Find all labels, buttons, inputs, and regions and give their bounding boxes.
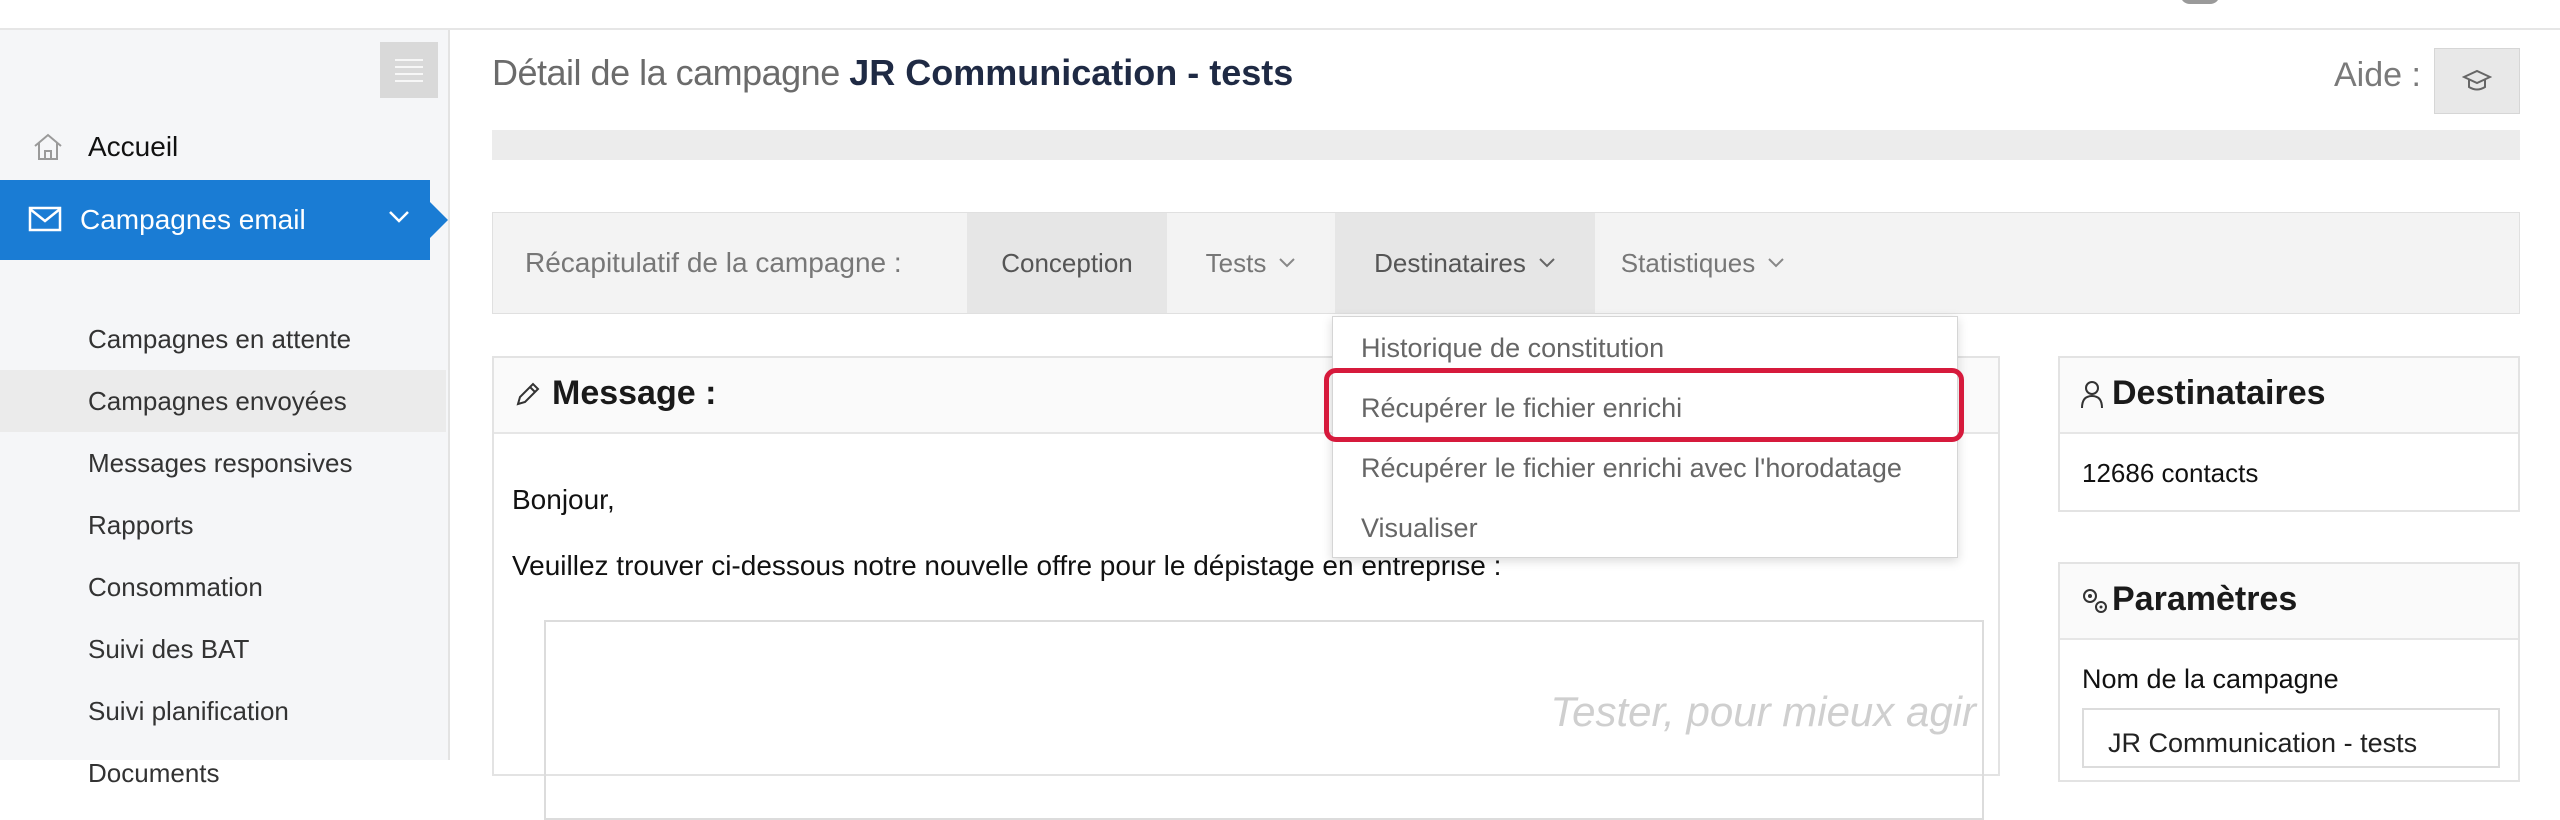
hamburger-icon bbox=[395, 54, 423, 87]
tab-conception[interactable]: Conception bbox=[967, 213, 1167, 313]
email-preview-frame[interactable]: Tester, pour mieux agir bbox=[544, 620, 1984, 820]
chevron-down-icon bbox=[1539, 258, 1555, 268]
sidebar-subitem-documents[interactable]: Documents bbox=[0, 742, 446, 804]
sidebar-subitem-responsive[interactable]: Messages responsives bbox=[0, 432, 446, 494]
pencil-icon bbox=[516, 382, 540, 406]
highlight-annotation bbox=[1324, 368, 1964, 442]
help-label: Aide : bbox=[2334, 56, 2421, 94]
help-button[interactable] bbox=[2434, 48, 2520, 114]
user-avatar[interactable] bbox=[2180, 0, 2220, 4]
menu-item-view[interactable]: Visualiser bbox=[1361, 513, 1478, 544]
gears-icon bbox=[2083, 589, 2107, 613]
tab-label: Statistiques bbox=[1620, 247, 1756, 278]
sidebar: Accueil Campagnes email Campagnes en att… bbox=[0, 30, 450, 788]
sidebar-item-home[interactable]: Accueil bbox=[0, 118, 448, 176]
recap-label: Récapitulatif de la campagne : bbox=[525, 247, 902, 278]
campaign-tabs: Récapitulatif de la campagne : Conceptio… bbox=[492, 212, 2520, 314]
menu-item-history[interactable]: Historique de constitution bbox=[1361, 333, 1664, 364]
menu-toggle-button[interactable] bbox=[380, 42, 438, 98]
tab-label: Tests bbox=[1205, 247, 1267, 278]
message-greeting: Bonjour, bbox=[512, 484, 615, 515]
page-title: Détail de la campagne JR Communication -… bbox=[492, 52, 1293, 94]
message-title: Message : bbox=[552, 374, 717, 412]
chevron-down-icon bbox=[1768, 258, 1784, 268]
sidebar-subitem-bat[interactable]: Suivi des BAT bbox=[0, 618, 446, 680]
user-icon bbox=[2081, 381, 2103, 409]
tab-label: Conception bbox=[1001, 247, 1133, 278]
sidebar-subitem-consumption[interactable]: Consommation bbox=[0, 556, 446, 618]
chevron-down-icon bbox=[1279, 258, 1296, 268]
menu-item-download-enriched-timestamp[interactable]: Récupérer le fichier enrichi avec l'horo… bbox=[1361, 453, 1902, 484]
parameters-card: Paramètres Nom de la campagne JR Communi… bbox=[2058, 562, 2520, 782]
campaign-name-field[interactable]: JR Communication - tests bbox=[2082, 708, 2500, 768]
campaign-name-label: Nom de la campagne bbox=[2082, 664, 2339, 694]
tab-destinataires[interactable]: Destinataires bbox=[1335, 213, 1595, 313]
contacts-count: 12686 contacts bbox=[2082, 458, 2259, 488]
tab-label: Destinataires bbox=[1374, 247, 1526, 278]
sidebar-subitem-sent[interactable]: Campagnes envoyées bbox=[0, 370, 446, 432]
parameters-card-header: Paramètres bbox=[2060, 564, 2518, 640]
email-submenu: Campagnes en attente Campagnes envoyées … bbox=[0, 308, 446, 804]
chevron-down-icon bbox=[389, 211, 409, 223]
info-strip bbox=[492, 130, 2520, 160]
sidebar-item-label: Accueil bbox=[88, 131, 179, 162]
sidebar-subitem-reports[interactable]: Rapports bbox=[0, 494, 446, 556]
home-icon bbox=[34, 133, 62, 160]
top-bar bbox=[0, 0, 2560, 30]
recipients-card: Destinataires 12686 contacts bbox=[2058, 356, 2520, 512]
parameters-card-title: Paramètres bbox=[2112, 580, 2298, 618]
recipients-card-title: Destinataires bbox=[2112, 374, 2326, 412]
sidebar-subitem-pending[interactable]: Campagnes en attente bbox=[0, 308, 446, 370]
preview-slogan: Tester, pour mieux agir bbox=[1550, 688, 1976, 735]
sidebar-item-label: Campagnes email bbox=[80, 204, 306, 235]
envelope-icon bbox=[28, 206, 62, 232]
sidebar-subitem-planning[interactable]: Suivi planification bbox=[0, 680, 446, 742]
tab-statistiques[interactable]: Statistiques bbox=[1595, 213, 1811, 313]
page-title-prefix: Détail de la campagne bbox=[492, 52, 840, 93]
graduation-cap-icon bbox=[2462, 69, 2492, 91]
recipients-card-header: Destinataires bbox=[2060, 358, 2518, 434]
campaign-name: JR Communication - tests bbox=[849, 52, 1294, 93]
sidebar-item-email-campaigns[interactable]: Campagnes email bbox=[0, 180, 448, 260]
tab-tests[interactable]: Tests bbox=[1167, 213, 1335, 313]
